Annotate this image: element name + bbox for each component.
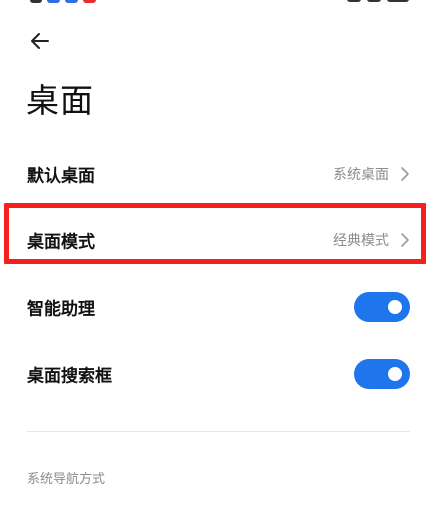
app-notification-icon <box>65 0 78 3</box>
toggle-knob <box>388 300 402 314</box>
setting-row-smart-assistant: 智能助理 <box>0 280 443 334</box>
signal-icon <box>30 0 42 3</box>
network-icon <box>367 0 381 2</box>
setting-value: 经典模式 <box>333 233 389 249</box>
setting-row-default-launcher[interactable]: 默认桌面 系统桌面 <box>0 147 443 201</box>
status-bar <box>0 0 443 4</box>
chevron-right-icon <box>401 167 409 181</box>
battery-icon <box>387 0 409 2</box>
setting-value: 系统桌面 <box>333 167 389 183</box>
page-title: 桌面 <box>26 81 94 120</box>
status-bar-right <box>347 0 409 2</box>
setting-row-desktop-search-box: 桌面搜索框 <box>0 347 443 401</box>
setting-label: 智能助理 <box>27 299 95 320</box>
app-notification-icon <box>83 0 96 3</box>
setting-label: 桌面模式 <box>27 232 95 253</box>
wifi-icon <box>347 0 361 2</box>
setting-label: 默认桌面 <box>27 166 95 187</box>
status-bar-left <box>30 0 96 3</box>
desktop-search-box-toggle[interactable] <box>354 359 410 389</box>
section-divider <box>27 431 410 432</box>
section-header-navigation: 系统导航方式 <box>27 472 106 487</box>
app-notification-icon <box>47 0 60 3</box>
smart-assistant-toggle[interactable] <box>354 292 410 322</box>
toggle-knob <box>388 367 402 381</box>
setting-label: 桌面搜索框 <box>27 366 112 387</box>
chevron-right-icon <box>401 233 409 247</box>
arrow-left-icon[interactable] <box>26 25 58 57</box>
setting-row-desktop-mode[interactable]: 桌面模式 经典模式 <box>0 213 443 267</box>
settings-screen: 桌面 默认桌面 系统桌面 桌面模式 经典模式 智能助理 桌面搜索框 系统导航方式 <box>0 0 443 518</box>
